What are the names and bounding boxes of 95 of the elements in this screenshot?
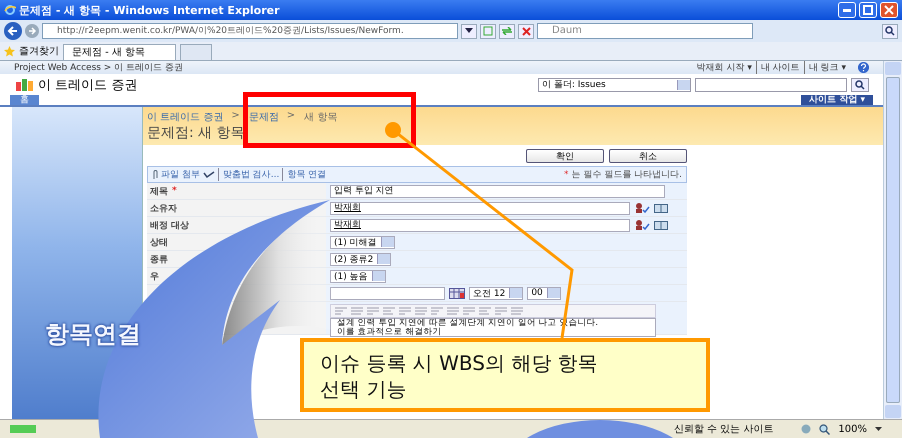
globe-icon [801, 424, 812, 434]
field-label: 우 [150, 270, 159, 282]
browser-tab[interactable]: 문제점 - 새 항목 [63, 44, 176, 60]
caret-icon[interactable] [875, 427, 882, 431]
stop-button[interactable] [518, 24, 534, 38]
status-icon [10, 425, 36, 433]
home-tab[interactable]: 홈 [10, 95, 39, 105]
arrow-label: 항목연결 [45, 319, 141, 350]
field-label: 상태 [150, 236, 168, 248]
close-icon [884, 5, 894, 15]
person-field[interactable]: 박재희 [330, 202, 630, 214]
site-title: 이 트레이드 증권 [38, 76, 138, 94]
format-icon[interactable] [510, 307, 524, 315]
caret-icon [465, 28, 473, 34]
back-arrow-icon [7, 25, 19, 37]
breadcrumb-separator: > [231, 110, 240, 123]
dropdown-field[interactable]: (1) 높음 [330, 270, 386, 282]
field-label: 제목 [150, 186, 168, 198]
toolbar-link[interactable]: 맞춤법 검사... [218, 168, 280, 181]
zoom-level[interactable]: 100% [838, 424, 867, 434]
user-link[interactable]: 박재희 시작 ▾ [696, 61, 752, 74]
search-icon [885, 26, 895, 36]
check-icon [202, 170, 215, 178]
format-icon[interactable] [478, 307, 492, 315]
dropdown-button[interactable] [461, 24, 477, 38]
breadcrumb-separator: > [286, 110, 296, 123]
check-names-icon[interactable] [634, 219, 650, 231]
page-title: 문제점: 새 항목 [147, 124, 246, 142]
site-search-field[interactable] [695, 78, 847, 92]
address-book-icon[interactable] [654, 220, 668, 230]
form-button[interactable]: 확인 [526, 149, 604, 163]
field-label: 소유자 [150, 202, 177, 214]
field-label: 종류 [150, 254, 168, 266]
form-button[interactable]: 취소 [609, 149, 687, 163]
favorites-button[interactable]: 즐겨찾기 [19, 44, 59, 58]
dropdown-field[interactable]: (2) 종류2 [330, 252, 392, 266]
format-icon[interactable] [350, 307, 364, 315]
page-icon [483, 26, 493, 36]
calendar-icon[interactable] [449, 288, 465, 298]
required-label: * [172, 186, 177, 196]
person-field[interactable]: 박재희 [330, 218, 630, 232]
forward-arrow-icon [27, 26, 37, 36]
breadcrumb-text: Project Web Access > 이 트레이드 증권 [14, 62, 183, 74]
minimize-icon [843, 8, 851, 12]
refresh-button[interactable] [499, 24, 515, 38]
address-book-icon[interactable] [654, 203, 668, 213]
hour-select[interactable]: 오전 12 [469, 286, 524, 300]
format-icon[interactable] [446, 307, 460, 315]
breadcrumb-link[interactable]: 문제점 [248, 110, 279, 124]
format-icon[interactable] [398, 307, 412, 315]
format-icon[interactable] [334, 307, 348, 315]
search-button[interactable] [851, 78, 869, 92]
window-title: 문제점 - 새 항목 - Windows Internet Explorer [19, 2, 280, 18]
forward-button[interactable] [25, 24, 39, 38]
magnifier-icon[interactable] [819, 424, 830, 434]
format-icon[interactable] [414, 307, 428, 315]
new-tab-button[interactable] [180, 44, 212, 60]
callout-note: 이슈 등록 시 WBS의 해당 항목 선택 기능 [300, 338, 710, 412]
minute-select[interactable]: 00 [527, 286, 561, 300]
star-icon [4, 46, 15, 56]
paperclip-icon [152, 170, 158, 180]
refresh-icon [501, 27, 513, 35]
search-scope-select[interactable]: 이 폴더: Issues [538, 78, 691, 92]
title-field[interactable]: 입력 투입 지연 [330, 184, 665, 198]
browser-icon [4, 4, 16, 16]
format-icon[interactable] [382, 307, 396, 315]
format-icon[interactable] [366, 307, 380, 315]
security-zone: 신뢰할 수 있는 사이트 [674, 423, 774, 436]
search-field[interactable]: Daum [537, 23, 753, 39]
format-icon[interactable] [430, 307, 444, 315]
user-link[interactable]: 내 링크 ▾ [804, 61, 846, 74]
user-link[interactable]: 내 사이트 [756, 61, 800, 74]
scrollbar[interactable] [883, 61, 902, 419]
format-icon[interactable] [462, 307, 476, 315]
maximize-icon [863, 5, 873, 15]
breadcrumb-link[interactable]: 이 트레이드 증권 [147, 110, 224, 124]
required-mark: * [564, 170, 569, 180]
search-icon [855, 80, 865, 90]
site-actions-menu[interactable]: 사이트 작업 ▾ [801, 95, 873, 105]
address-field[interactable]: http://r2eepm.wenit.co.kr/PWA/이%20트레이드%20증권/Lists/Issues/NewForm. [42, 23, 458, 39]
toolbar-link[interactable]: 항목 연결 [282, 168, 326, 181]
back-button[interactable] [4, 22, 22, 40]
minimize-button[interactable] [838, 2, 856, 18]
required-note: 는 필수 필드를 나타냅니다. [572, 169, 682, 181]
help-icon[interactable] [858, 62, 869, 73]
search-button[interactable] [882, 24, 898, 38]
dropdown-field[interactable]: (1) 미해결 [330, 236, 395, 248]
stop-icon [522, 26, 530, 36]
toolbar-link[interactable]: 파일 첨부 [161, 168, 200, 181]
maximize-button[interactable] [859, 2, 877, 18]
close-button[interactable] [880, 2, 898, 18]
check-names-icon[interactable] [634, 202, 650, 214]
format-icon[interactable] [494, 307, 508, 315]
field-label: 배정 대상 [150, 220, 190, 232]
site-logo-icon [16, 78, 34, 92]
